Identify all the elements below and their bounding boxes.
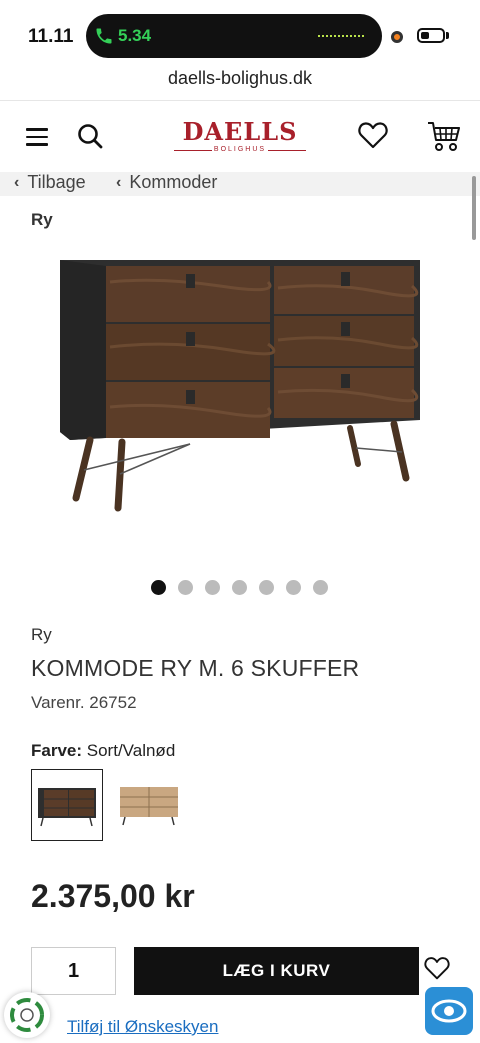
- chevron-left-icon: ‹: [116, 173, 122, 191]
- carousel-dot[interactable]: [286, 580, 301, 595]
- product-brand[interactable]: Ry: [31, 625, 52, 645]
- accessibility-eye-icon[interactable]: [425, 987, 473, 1035]
- breadcrumb-back-label: Tilbage: [27, 172, 86, 192]
- color-selection: Farve: Sort/Valnød: [31, 741, 175, 761]
- breadcrumb-back[interactable]: ‹ Tilbage: [14, 172, 86, 193]
- logo-main-text: DAELLS: [182, 117, 298, 146]
- breadcrumb-category-label: Kommoder: [129, 172, 218, 192]
- breadcrumb: ‹ Tilbage ‹ Kommoder: [0, 172, 480, 196]
- color-value: Sort/Valnød: [86, 741, 176, 760]
- carousel-dot[interactable]: [151, 580, 166, 595]
- color-label: Farve:: [31, 741, 83, 760]
- product-page: ‹ Tilbage ‹ Kommoder Ry Ry KOMMODE RY M.…: [0, 172, 480, 1041]
- recording-indicator-icon: [391, 31, 403, 43]
- carousel-dot[interactable]: [205, 580, 220, 595]
- site-logo[interactable]: DAELLS BOLIGHUS: [170, 119, 310, 153]
- url-text: daells-bolighus.dk: [167, 68, 313, 88]
- product-image[interactable]: [40, 252, 440, 552]
- scrollbar[interactable]: [472, 176, 476, 240]
- image-carousel-dots: [151, 580, 328, 595]
- call-indicator[interactable]: 5.34: [94, 21, 156, 51]
- eco-badge-icon[interactable]: [4, 992, 50, 1038]
- brand-heading: Ry: [31, 210, 53, 229]
- color-swatch-black-walnut[interactable]: [31, 769, 103, 841]
- phone-icon: [96, 28, 112, 44]
- quantity-field[interactable]: 1: [31, 947, 116, 995]
- add-to-cart-button[interactable]: LÆG I KURV: [134, 947, 419, 995]
- carousel-dot[interactable]: [259, 580, 274, 595]
- cart-icon[interactable]: [427, 120, 461, 152]
- breadcrumb-category[interactable]: ‹ Kommoder: [116, 172, 217, 193]
- menu-icon[interactable]: [26, 128, 48, 146]
- carousel-dot[interactable]: [313, 580, 328, 595]
- carousel-dot[interactable]: [178, 580, 193, 595]
- color-swatch-oak[interactable]: [114, 769, 186, 841]
- carousel-dot[interactable]: [232, 580, 247, 595]
- call-duration: 5.34: [118, 26, 152, 45]
- chevron-left-icon: ‹: [14, 173, 20, 191]
- dynamic-island[interactable]: 5.34: [86, 14, 382, 58]
- battery-icon: [417, 28, 445, 43]
- logo-sub-text: BOLIGHUS: [170, 146, 310, 153]
- product-price: 2.375,00 kr: [31, 878, 195, 914]
- status-bar: 11.11 5.34: [0, 0, 480, 68]
- add-to-wishlist-heart-icon[interactable]: [424, 956, 450, 980]
- product-title: KOMMODE RY M. 6 SKUFFER: [31, 655, 360, 681]
- search-icon[interactable]: [77, 123, 103, 149]
- site-header: DAELLS BOLIGHUS: [0, 100, 480, 172]
- url-bar[interactable]: daells-bolighus.dk: [0, 68, 480, 100]
- wishlist-heart-icon[interactable]: [358, 121, 388, 149]
- battery-tip: [446, 32, 449, 39]
- audio-wave-icon: [318, 35, 364, 37]
- add-to-wishlist-link[interactable]: Tilføj til Ønskeskyen: [67, 1017, 218, 1037]
- product-sku: Varenr. 26752: [31, 693, 137, 712]
- status-time: 11.11: [28, 26, 74, 47]
